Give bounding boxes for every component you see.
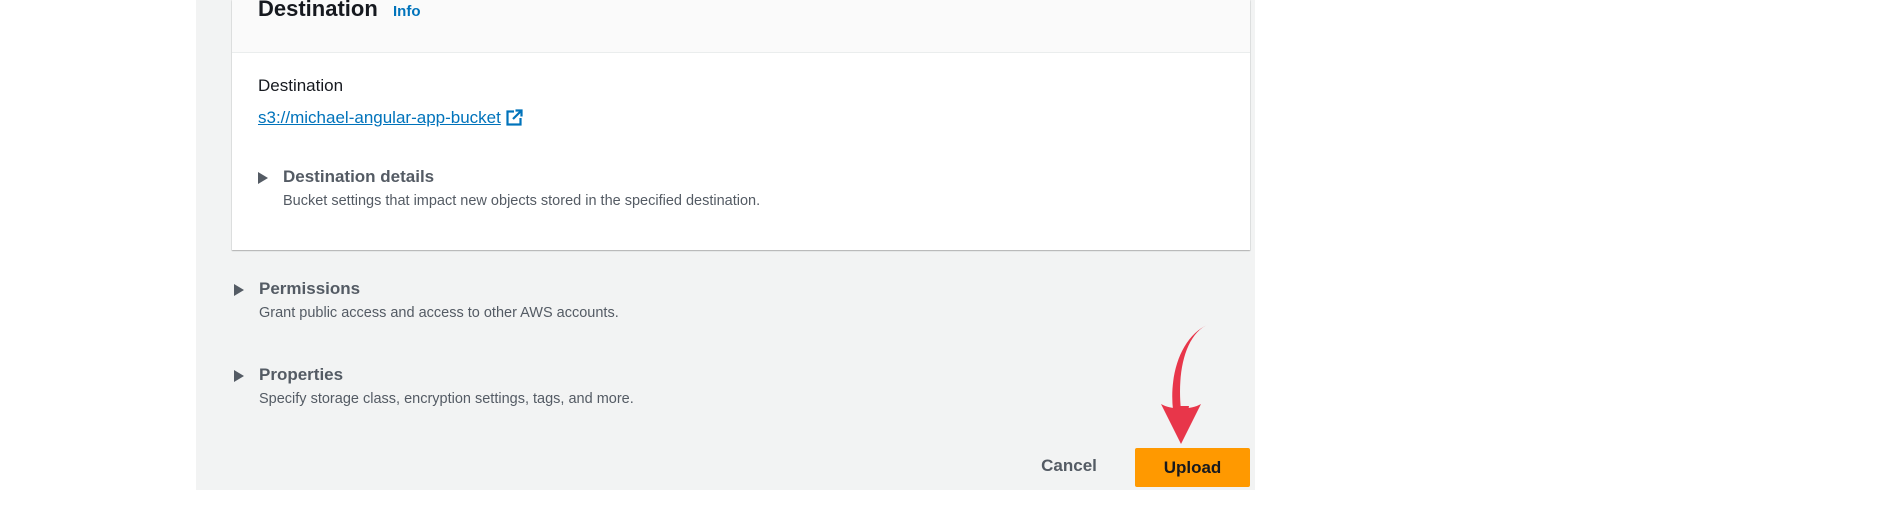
cancel-button[interactable]: Cancel	[1030, 448, 1108, 484]
permissions-description: Grant public access and access to other …	[259, 305, 619, 321]
destination-bucket-link[interactable]: s3://michael-angular-app-bucket	[258, 108, 523, 131]
caret-right-icon	[234, 284, 244, 296]
upload-button[interactable]: Upload	[1135, 448, 1250, 487]
destination-bucket-link-text: s3://michael-angular-app-bucket	[258, 108, 501, 127]
info-link[interactable]: Info	[393, 3, 421, 20]
properties-description: Specify storage class, encryption settin…	[259, 391, 634, 407]
permissions-expander[interactable]: Permissions Grant public access and acce…	[234, 279, 734, 327]
properties-expander[interactable]: Properties Specify storage class, encryp…	[234, 365, 734, 413]
destination-header: Destination Info	[232, 0, 1250, 53]
permissions-title: Permissions	[259, 279, 361, 298]
destination-details-title: Destination details	[283, 167, 435, 186]
caret-right-icon	[258, 172, 268, 184]
external-link-icon	[506, 109, 523, 131]
destination-container: Destination Info Destination s3://michae…	[232, 0, 1250, 250]
destination-heading: Destination	[258, 0, 378, 21]
destination-details-description: Bucket settings that impact new objects …	[283, 193, 761, 209]
upload-page: Destination Info Destination s3://michae…	[0, 0, 1894, 511]
curved-arrow-icon	[1155, 322, 1215, 449]
destination-details-expander[interactable]: Destination details Bucket settings that…	[258, 167, 858, 215]
destination-field-label: Destination	[258, 76, 344, 95]
caret-right-icon	[234, 370, 244, 382]
properties-title: Properties	[259, 365, 344, 384]
